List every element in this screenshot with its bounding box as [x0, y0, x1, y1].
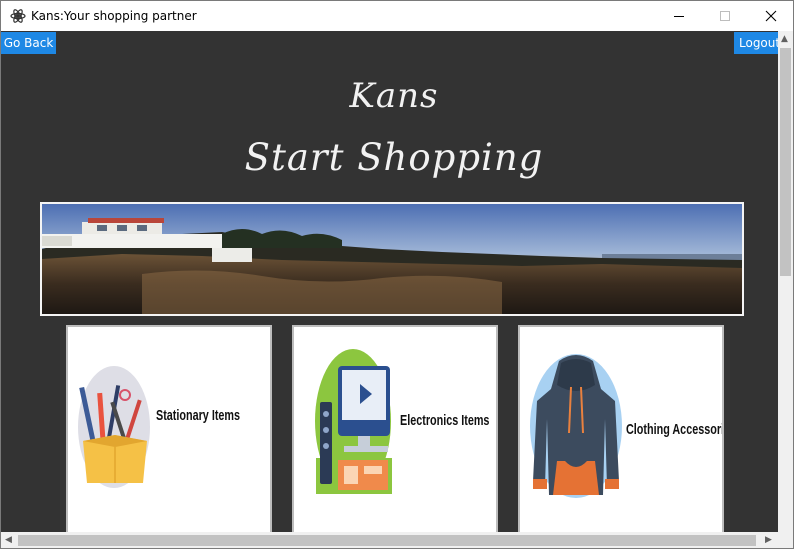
horizontal-scroll-thumb[interactable]	[18, 535, 756, 546]
category-card-stationary[interactable]: Stationary Items	[66, 325, 272, 532]
category-card-electronics[interactable]: Electronics Items	[292, 325, 498, 532]
maximize-button[interactable]	[702, 1, 748, 31]
minimize-icon	[674, 16, 684, 17]
close-button[interactable]	[748, 1, 793, 31]
stationery-box-icon	[78, 366, 150, 488]
scroll-up-icon[interactable]: ▲	[781, 34, 788, 44]
scroll-left-icon[interactable]: ◀	[5, 535, 12, 545]
window-title: Kans:Your shopping partner	[31, 9, 197, 23]
hoodie-icon	[530, 354, 622, 498]
logout-button[interactable]: Logout	[734, 32, 778, 54]
go-back-button[interactable]: Go Back	[1, 32, 56, 54]
app-window: Kans:Your shopping partner Go Back Logou…	[0, 0, 794, 549]
close-icon	[765, 10, 777, 22]
main-content: Go Back Logout Kans Start Shopping Stati…	[1, 31, 778, 532]
horizontal-scrollbar[interactable]: ◀ ▶	[1, 532, 778, 548]
vertical-scroll-thumb[interactable]	[780, 48, 791, 276]
category-label: Electronics Items	[400, 412, 490, 429]
maximize-icon	[720, 11, 730, 21]
banner-image	[40, 202, 744, 316]
category-card-clothing[interactable]: Clothing Accessories	[518, 325, 724, 532]
vertical-scrollbar[interactable]: ▲	[778, 31, 793, 532]
category-label: Stationary Items	[156, 407, 241, 424]
title-bar: Kans:Your shopping partner	[1, 1, 793, 31]
page-title: Start Shopping	[244, 136, 544, 179]
scroll-right-icon[interactable]: ▶	[765, 535, 772, 545]
scrollbar-corner	[778, 532, 793, 548]
category-label: Clothing Accessories	[626, 421, 724, 438]
app-logo-icon	[10, 9, 26, 23]
minimize-button[interactable]	[656, 1, 702, 31]
brand-title: Kans	[349, 76, 439, 116]
electronics-icon	[315, 349, 392, 494]
